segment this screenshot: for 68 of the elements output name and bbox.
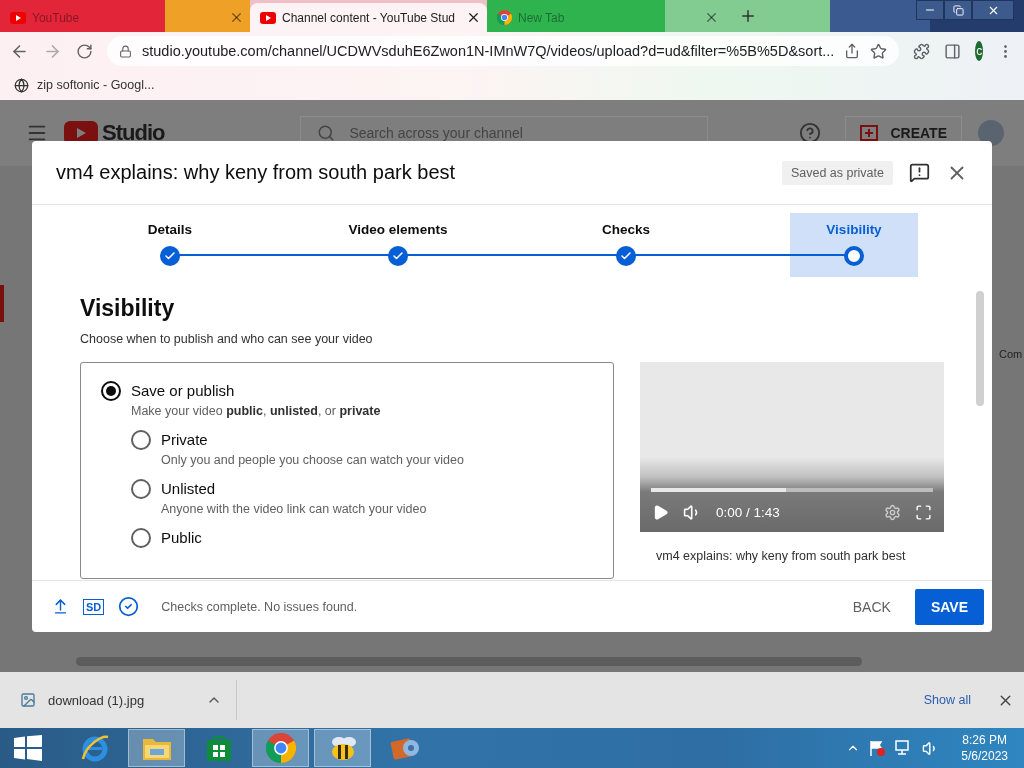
bookmark-link[interactable]: zip softonic - Googl... xyxy=(37,78,155,92)
option-label: Private xyxy=(161,431,209,448)
studio-logo-text: Studio xyxy=(102,120,165,146)
fullscreen-icon[interactable] xyxy=(915,503,932,521)
active-marker xyxy=(0,285,4,322)
help-icon[interactable] xyxy=(799,122,822,144)
avatar[interactable] xyxy=(978,120,1004,146)
option-description: Make your video public, unlisted, or private xyxy=(131,404,381,418)
chrome-logo-icon xyxy=(265,733,296,763)
globe-e-icon xyxy=(79,733,110,763)
section-subtitle: Choose when to publish and who can see your video xyxy=(80,332,374,346)
checks-status: Checks complete. No issues found. xyxy=(161,599,359,614)
scrollbar-thumb[interactable] xyxy=(976,291,984,406)
check-circle-icon xyxy=(118,596,140,617)
share-icon[interactable] xyxy=(844,43,861,59)
play-icon[interactable] xyxy=(652,503,669,521)
step-tab[interactable]: Details xyxy=(106,213,234,277)
video-player[interactable]: 0:00 / 1:43 xyxy=(640,362,944,532)
video-time: 0:00 / 1:43 xyxy=(716,504,781,520)
option-label: Public xyxy=(161,529,202,546)
star-icon[interactable] xyxy=(870,42,888,60)
back-button[interactable]: BACK xyxy=(842,590,901,623)
column-header: Com xyxy=(999,348,1023,360)
start-logo-icon[interactable] xyxy=(14,735,42,761)
close-icon[interactable] xyxy=(466,10,481,25)
clock[interactable]: 8:26 PM 5/6/2023 xyxy=(961,732,1008,764)
option-description: Anyone with the video link can watch your video xyxy=(161,502,427,516)
radio-button[interactable] xyxy=(101,381,121,401)
chrome-logo-icon xyxy=(497,10,512,25)
save-button[interactable]: SAVE xyxy=(914,588,984,625)
step-tab[interactable]: Checks xyxy=(562,213,690,277)
play-logo-icon xyxy=(10,11,26,24)
step-tab[interactable]: Visibility xyxy=(790,213,918,277)
store-bag-icon xyxy=(205,734,232,762)
search-icon xyxy=(317,124,336,142)
save-status-chip: Saved as private xyxy=(781,160,893,185)
step-tab[interactable]: Video elements xyxy=(334,213,462,277)
address-bar[interactable]: studio.youtube.com/channel/UCDWVsduhE6Zwon1N-IMnW7Q/videos/upload?d=ud&filter=%5B%5D&sort... xyxy=(107,36,900,66)
download-file-name[interactable]: download (1).jpg xyxy=(48,692,194,708)
restore-icon[interactable] xyxy=(944,0,972,20)
globe-icon xyxy=(14,77,29,93)
dialog-title: vm4 explains: why keny from south park best xyxy=(56,161,457,184)
feedback-icon[interactable] xyxy=(909,162,930,183)
profile-avatar[interactable]: c xyxy=(975,41,983,61)
taskbar-app[interactable] xyxy=(314,729,371,767)
reload-icon[interactable] xyxy=(76,42,93,60)
play-logo-icon xyxy=(260,11,276,24)
image-file-icon xyxy=(20,692,36,708)
progress-track[interactable] xyxy=(651,488,933,492)
option-label: Save or publish xyxy=(131,382,236,399)
flag-icon[interactable] xyxy=(868,739,887,757)
video-title: vm4 explains: why keny from south park best xyxy=(655,548,907,565)
puzzle-icon[interactable] xyxy=(913,42,931,60)
radio-button[interactable] xyxy=(131,479,151,499)
upload-icon xyxy=(52,598,69,615)
show-all-link[interactable]: Show all xyxy=(923,693,971,707)
quality-badge: SD xyxy=(83,598,105,615)
radio-button[interactable] xyxy=(131,528,151,548)
side-panel-icon[interactable] xyxy=(944,42,962,60)
minimize-icon[interactable] xyxy=(916,0,944,20)
scrollbar[interactable] xyxy=(76,657,862,666)
section-heading: Visibility xyxy=(80,295,176,322)
lock-icon xyxy=(119,44,132,58)
option-description: Only you and people you choose can watch your video xyxy=(161,453,464,467)
browser-tab[interactable]: Channel content - YouTube Stud xyxy=(250,3,487,32)
option-label: Unlisted xyxy=(161,480,217,497)
settings-icon[interactable] xyxy=(884,503,901,521)
radio-button[interactable] xyxy=(131,430,151,450)
